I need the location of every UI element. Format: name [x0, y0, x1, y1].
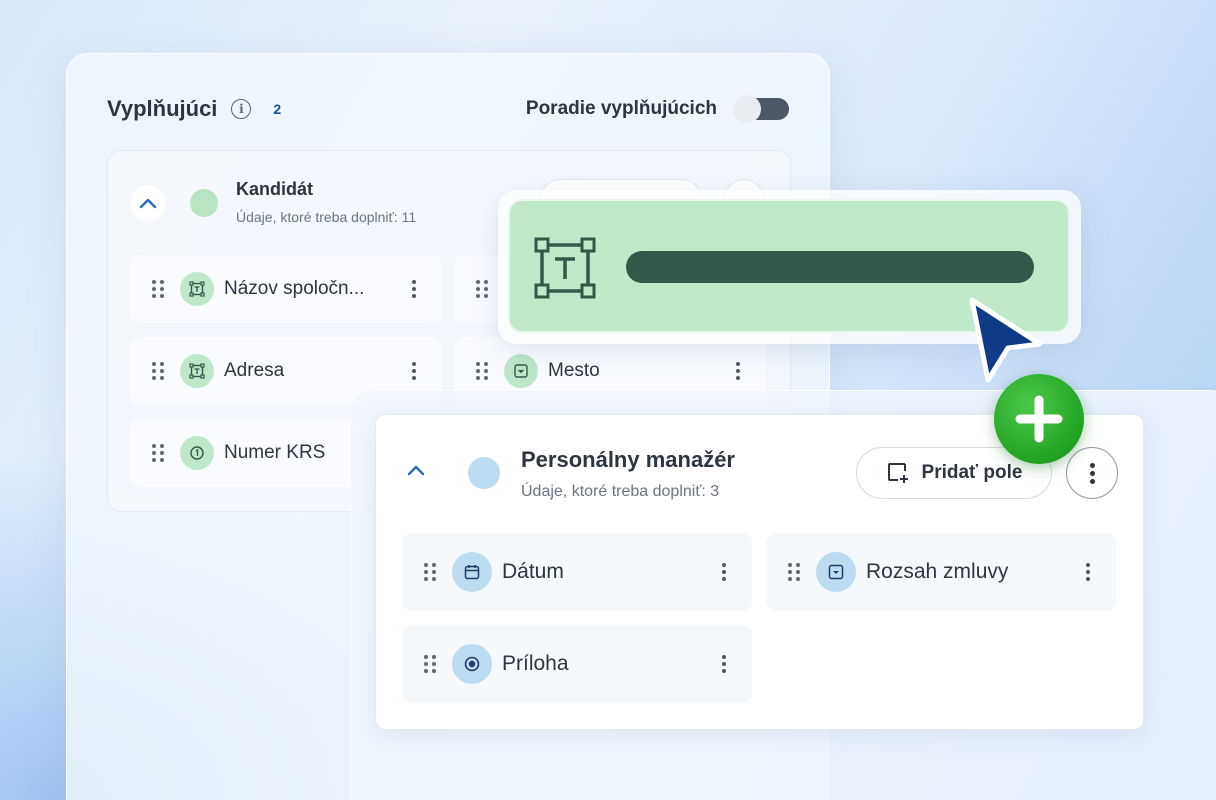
candidate-required-count: Údaje, ktoré treba doplniť: 11: [236, 209, 417, 225]
manager-color-dot: [468, 457, 500, 489]
text-field-icon: [180, 354, 214, 388]
collapse-button[interactable]: [130, 185, 166, 221]
number-icon: [180, 436, 214, 470]
chevron-up-icon: [139, 198, 157, 209]
signer-order-label: Poradie vyplňujúcich: [525, 98, 717, 119]
add-field-icon: [887, 463, 908, 483]
field-menu-icon[interactable]: [722, 655, 726, 673]
candidate-color-dot: [190, 189, 218, 217]
field-item[interactable]: Dátum: [402, 533, 752, 611]
field-item[interactable]: Príloha: [402, 625, 752, 703]
chevron-up-icon: [407, 465, 425, 476]
info-icon[interactable]: i: [231, 99, 252, 119]
drag-handle-icon[interactable]: [424, 655, 436, 673]
manager-required-count: Údaje, ktoré treba doplniť: 3: [521, 483, 720, 500]
field-label: Dátum: [502, 560, 564, 583]
field-menu-icon[interactable]: [736, 362, 740, 380]
field-item[interactable]: Rozsah zmluvy: [766, 533, 1116, 611]
drag-handle-icon[interactable]: [152, 444, 164, 462]
radio-icon: [452, 644, 492, 684]
drag-handle-icon[interactable]: [152, 362, 164, 380]
field-menu-icon[interactable]: [1086, 563, 1090, 581]
more-options-button[interactable]: [1066, 447, 1118, 499]
more-options-icon: [1089, 462, 1095, 484]
text-field-icon: [534, 237, 596, 299]
signers-header: Vyplňujúci i 2 Poradie vyplňujúcich: [107, 94, 789, 124]
toggle-knob: [733, 95, 761, 123]
dropdown-icon: [816, 552, 856, 592]
field-label: Adresa: [224, 360, 285, 381]
drag-handle-icon[interactable]: [152, 280, 164, 298]
field-label: Mesto: [548, 360, 600, 381]
dropdown-icon: [504, 354, 538, 388]
field-menu-icon[interactable]: [412, 362, 416, 380]
calendar-icon: [452, 552, 492, 592]
field-label: Názov spoločn...: [224, 278, 365, 299]
field-label: Numer KRS: [224, 442, 326, 463]
drag-handle-icon[interactable]: [476, 280, 488, 298]
field-label: Rozsah zmluvy: [866, 560, 1009, 583]
signers-title: Vyplňujúci: [107, 96, 218, 121]
text-placeholder-bar: [626, 251, 1034, 283]
field-label: Príloha: [502, 652, 569, 675]
field-menu-icon[interactable]: [722, 563, 726, 581]
collapse-button[interactable]: [406, 463, 426, 482]
field-item[interactable]: Názov spoločn...: [130, 255, 442, 323]
drag-handle-icon[interactable]: [476, 362, 488, 380]
drag-handle-icon[interactable]: [788, 563, 800, 581]
mouse-cursor-icon: [969, 297, 1043, 383]
signer-order-toggle[interactable]: [733, 95, 789, 123]
drag-handle-icon[interactable]: [424, 563, 436, 581]
add-field-label: Pridať pole: [921, 462, 1023, 483]
candidate-name: Kandidát: [236, 179, 314, 199]
add-plus-icon: [994, 374, 1084, 464]
text-field-icon: [180, 272, 214, 306]
manager-name: Personálny manažér: [521, 447, 735, 472]
signers-count-badge: 2: [273, 101, 282, 117]
field-menu-icon[interactable]: [412, 280, 416, 298]
